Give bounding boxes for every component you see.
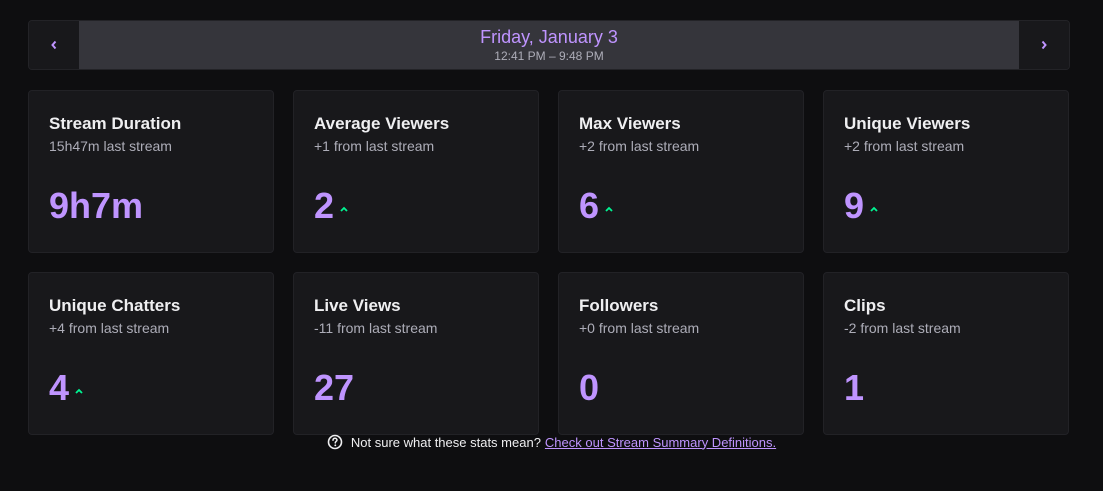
stat-value: 1 — [844, 367, 865, 408]
stats-help-footer: Not sure what these stats mean? Check ou… — [0, 434, 1103, 450]
stream-summary: Friday, January 3 12:41 PM – 9:48 PM Str… — [28, 20, 1070, 435]
date-display: Friday, January 3 12:41 PM – 9:48 PM — [79, 21, 1019, 69]
chevron-right-icon — [1040, 40, 1048, 50]
trend-up-icon — [74, 388, 84, 395]
stream-summary-definitions-link[interactable]: Check out Stream Summary Definitions. — [545, 435, 776, 450]
stat-value: 0 — [579, 367, 600, 408]
help-text: Not sure what these stats mean? — [350, 434, 541, 450]
date-navigator: Friday, January 3 12:41 PM – 9:48 PM — [28, 20, 1070, 70]
trend-up-icon — [604, 206, 614, 213]
stat-value: 4 — [49, 367, 70, 408]
stat-card-stream-duration: Stream Duration 15h47m last stream 9h7m — [28, 90, 274, 253]
stat-card-max-viewers: Max Viewers +2 from last stream 6 — [558, 90, 804, 253]
stat-card-clips: Clips -2 from last stream 1 — [823, 272, 1069, 435]
stat-card-unique-chatters: Unique Chatters +4 from last stream 4 — [28, 272, 274, 435]
stat-title: Clips — [844, 296, 886, 315]
stat-value: 27 — [314, 367, 355, 408]
stat-comparison: +2 from last stream — [579, 138, 700, 154]
stat-title: Stream Duration — [49, 114, 182, 133]
stat-value: 9h7m — [49, 185, 144, 226]
stat-card-average-viewers: Average Viewers +1 from last stream 2 — [293, 90, 539, 253]
stat-comparison: +1 from last stream — [314, 138, 435, 154]
stat-card-live-views: Live Views -11 from last stream 27 — [293, 272, 539, 435]
help-circle-icon — [327, 434, 343, 450]
stat-title: Live Views — [314, 296, 401, 315]
stream-time-range: 12:41 PM – 9:48 PM — [494, 49, 604, 63]
chevron-left-icon — [50, 40, 58, 50]
stat-comparison: 15h47m last stream — [49, 138, 172, 154]
stat-title: Unique Chatters — [49, 296, 181, 315]
stat-card-unique-viewers: Unique Viewers +2 from last stream 9 — [823, 90, 1069, 253]
next-stream-button[interactable] — [1019, 21, 1069, 69]
stat-title: Followers — [579, 296, 659, 315]
trend-up-icon — [869, 206, 879, 213]
stat-comparison: +4 from last stream — [49, 320, 170, 336]
stat-value: 2 — [314, 185, 335, 226]
stats-grid: Stream Duration 15h47m last stream 9h7m … — [28, 90, 1070, 435]
stat-value: 6 — [579, 185, 600, 226]
stat-comparison: -11 from last stream — [314, 320, 438, 336]
stat-title: Average Viewers — [314, 114, 450, 133]
trend-up-icon — [339, 206, 349, 213]
stream-date: Friday, January 3 — [480, 27, 618, 47]
stat-comparison: +0 from last stream — [579, 320, 700, 336]
stat-title: Unique Viewers — [844, 114, 971, 133]
stat-card-followers: Followers +0 from last stream 0 — [558, 272, 804, 435]
stat-comparison: +2 from last stream — [844, 138, 965, 154]
stat-comparison: -2 from last stream — [844, 320, 961, 336]
previous-stream-button[interactable] — [29, 21, 79, 69]
stat-title: Max Viewers — [579, 114, 681, 133]
stat-value: 9 — [844, 185, 865, 226]
